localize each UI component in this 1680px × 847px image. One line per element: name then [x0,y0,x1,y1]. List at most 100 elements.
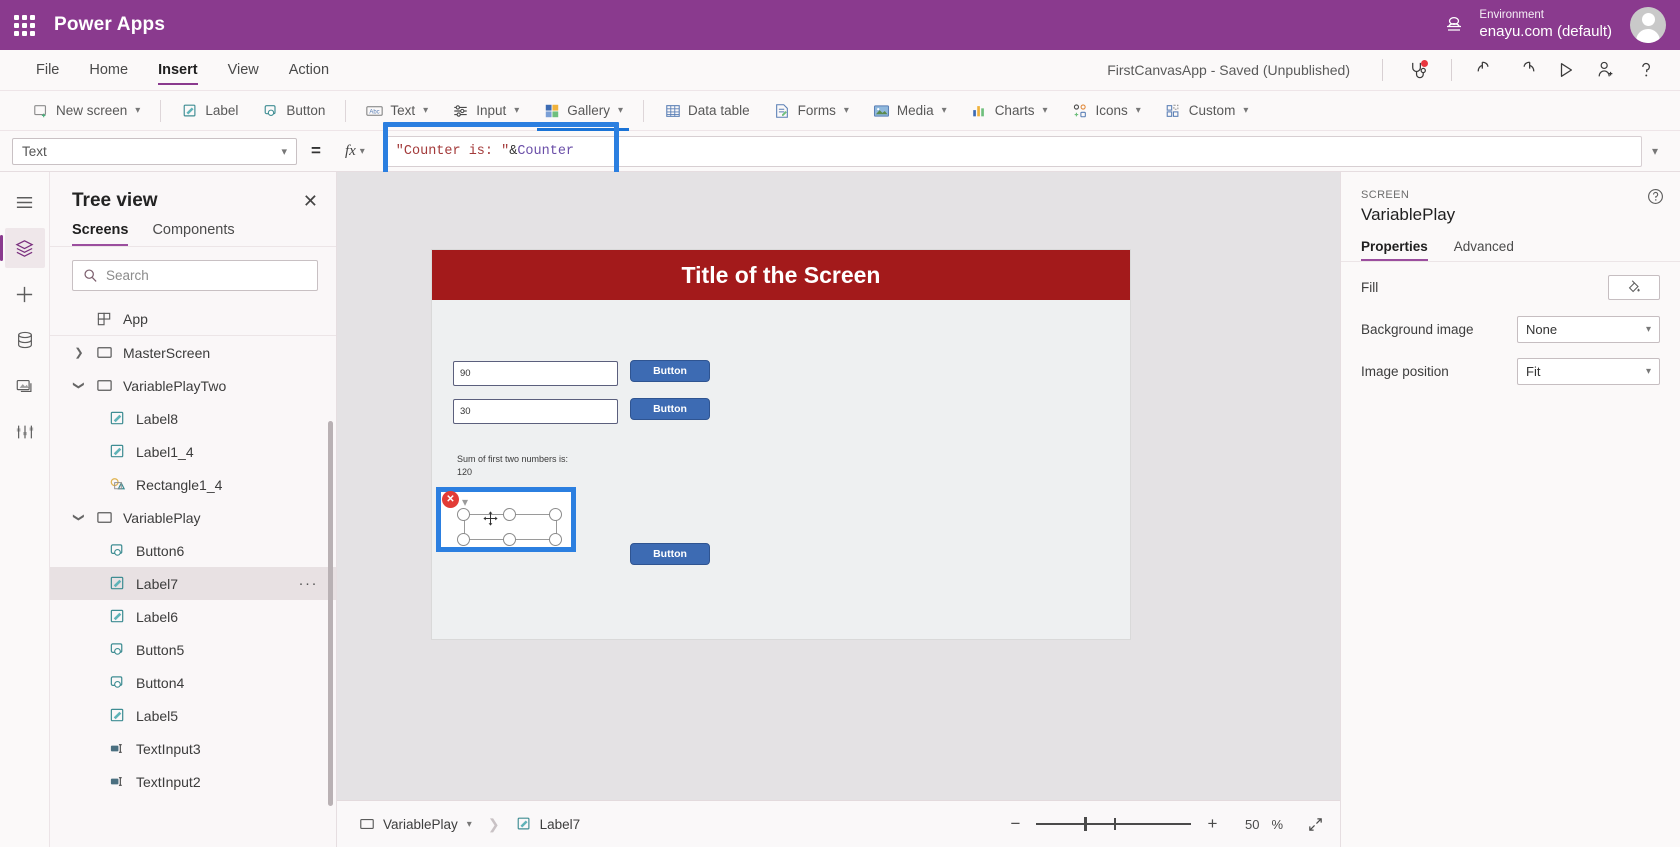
menu-item-insert[interactable]: Insert [144,50,212,90]
formula-identifier-part: Counter [517,143,575,159]
canvas-button-2[interactable]: Button [630,398,710,420]
ribbon-data-table[interactable]: Data table [652,96,762,126]
tree-node-textinput2[interactable]: TextInput2 [50,765,336,798]
tree-node-label: VariablePlay [123,509,201,526]
move-icon[interactable] [482,510,499,527]
tab-components[interactable]: Components [152,222,234,246]
fill-color-swatch[interactable] [1608,274,1660,300]
minus-icon[interactable]: − [1006,814,1024,834]
ribbon-text[interactable]: Abc Text ▾ [354,96,440,126]
tree-node-button5[interactable]: Button5 [50,633,336,666]
plus-icon[interactable]: + [1203,814,1221,834]
chevron-down-icon[interactable]: ▾ [462,495,468,509]
app-checker-icon[interactable] [1397,53,1437,87]
chevron-down-icon[interactable]: ❯ [73,511,86,525]
canvas-selection-box[interactable]: ▾ ✕ [436,487,576,552]
redo-icon[interactable] [1506,53,1546,87]
tree-node-label1-4[interactable]: Label1_4 [50,435,336,468]
zoom-slider[interactable] [1036,817,1192,831]
chevron-down-icon[interactable]: ▾ [467,819,472,830]
environment-selector[interactable]: Environment enayu.com (default) [1441,8,1630,41]
ribbon-custom[interactable]: Custom ▾ [1153,96,1261,126]
resize-handle-bl[interactable] [457,533,470,546]
ribbon-icons[interactable]: Icons ▾ [1059,96,1152,126]
canvas-scroll-region[interactable]: Title of the Screen 90 Button 30 Button … [337,172,1340,800]
zoom-slider-thumb[interactable] [1084,817,1088,831]
tree-node-masterscreen[interactable]: ❯ MasterScreen [50,336,336,369]
media-library-icon[interactable] [5,366,45,406]
ribbon-label-text: Text [390,103,416,118]
ribbon-charts[interactable]: Charts ▾ [959,96,1060,126]
canvas-button-1[interactable]: Button [630,360,710,382]
breadcrumb-screen[interactable]: VariablePlay ▾ [353,816,478,832]
tree-view-icon[interactable] [0,228,45,268]
tree-node-button6[interactable]: Button6 [50,534,336,567]
tree-node-more-icon[interactable]: ··· [299,575,319,592]
tree-node-label8[interactable]: Label8 [50,402,336,435]
insert-plus-icon[interactable] [5,274,45,314]
help-circle-icon[interactable] [1647,188,1664,205]
resize-handle-tc[interactable] [503,508,516,521]
image-position-select[interactable]: Fit ▾ [1517,357,1660,385]
menu-item-action[interactable]: Action [275,50,343,90]
tree-view-title: Tree view [72,190,158,211]
fullscreen-icon[interactable] [1307,816,1324,833]
tree-node-label6[interactable]: Label6 [50,600,336,633]
tab-properties[interactable]: Properties [1361,239,1428,261]
background-image-select[interactable]: None ▾ [1517,315,1660,343]
property-selector[interactable]: Text ▾ [12,137,297,165]
undo-icon[interactable] [1466,53,1506,87]
tree-node-app[interactable]: App [50,303,336,336]
app-screen-preview[interactable]: Title of the Screen 90 Button 30 Button … [432,250,1130,639]
delete-icon[interactable]: ✕ [442,491,459,508]
label-icon [108,607,127,626]
tree-node-label5[interactable]: Label5 [50,699,336,732]
tree-node-variableplay[interactable]: ❯ VariablePlay [50,501,336,534]
ribbon-new-screen[interactable]: New screen ▾ [20,96,152,126]
tree-scrollbar[interactable] [328,421,333,806]
breadcrumb-control[interactable]: Label7 [510,816,587,832]
tree-node-label7[interactable]: Label7 ··· [50,567,336,600]
resize-handle-tr[interactable] [549,508,562,521]
canvas-label-sum-1[interactable]: Sum of first two numbers is: 120 [457,453,577,479]
waffle-icon[interactable] [0,14,48,36]
canvas-textinput-2[interactable]: 30 [453,399,618,424]
screen-title-bar[interactable]: Title of the Screen [432,250,1130,300]
formula-expand-icon[interactable]: ▾ [1642,144,1668,158]
preview-play-icon[interactable] [1546,53,1586,87]
tab-advanced[interactable]: Advanced [1454,239,1514,261]
canvas-textinput-1[interactable]: 90 [453,361,618,386]
menu-item-file[interactable]: File [22,50,73,90]
tree-node-rectangle1-4[interactable]: Rectangle1_4 [50,468,336,501]
help-icon[interactable] [1626,53,1666,87]
chevron-down-icon[interactable]: ❯ [73,379,86,393]
advanced-tools-icon[interactable] [5,412,45,452]
menu-item-home[interactable]: Home [75,50,142,90]
tree-node-variableplaytwo[interactable]: ❯ VariablePlayTwo [50,369,336,402]
search-input[interactable] [106,268,307,283]
ribbon-gallery[interactable]: Gallery ▾ [531,96,635,131]
canvas-selected-control[interactable]: ▾ ✕ [442,491,568,546]
hamburger-icon[interactable] [5,182,45,222]
data-icon[interactable] [5,320,45,360]
menu-item-view[interactable]: View [214,50,273,90]
ribbon-forms[interactable]: Forms ▾ [762,96,861,126]
tree-node-textinput3[interactable]: TextInput3 [50,732,336,765]
resize-handle-tl[interactable] [457,508,470,521]
tab-screens[interactable]: Screens [72,222,129,246]
ribbon-media[interactable]: Media ▾ [861,96,959,126]
tree-node-button4[interactable]: Button4 [50,666,336,699]
search-box[interactable] [72,260,318,291]
close-icon[interactable]: ✕ [303,192,318,210]
ribbon-input[interactable]: Input ▾ [440,96,531,126]
chevron-right-icon[interactable]: ❯ [72,346,86,359]
fx-button[interactable]: fx ▾ [335,138,375,165]
resize-handle-bc[interactable] [503,533,516,546]
ribbon-label[interactable]: Label [169,96,250,126]
canvas-button-3[interactable]: Button [630,543,710,565]
formula-input[interactable]: "Counter is: " & Counter [384,135,1642,167]
share-user-icon[interactable] [1586,53,1626,87]
resize-handle-br[interactable] [549,533,562,546]
avatar[interactable] [1630,7,1666,43]
ribbon-button[interactable]: Button [250,96,337,126]
